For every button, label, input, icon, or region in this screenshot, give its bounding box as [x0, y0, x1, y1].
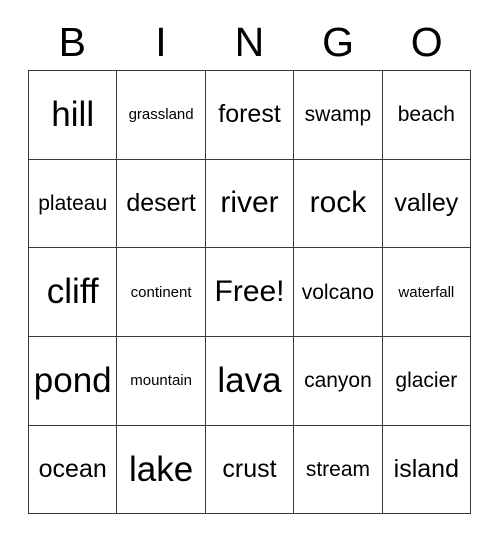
bingo-cell[interactable]: valley — [382, 159, 472, 249]
bingo-cell[interactable]: crust — [205, 425, 295, 515]
bingo-cell[interactable]: stream — [294, 425, 383, 515]
bingo-cell[interactable]: waterfall — [382, 248, 472, 338]
bingo-grid: hill grassland forest swamp beach platea… — [28, 70, 472, 515]
bingo-cell-label: plateau — [38, 191, 108, 215]
bingo-free-cell[interactable]: Free! — [205, 248, 295, 338]
bingo-cell[interactable]: continent — [117, 248, 206, 338]
bingo-cell[interactable]: plateau — [29, 159, 118, 249]
bingo-cell[interactable]: hill — [29, 71, 118, 160]
bingo-cell[interactable]: desert — [117, 159, 206, 249]
bingo-row: pond mountain lava canyon glacier — [29, 337, 472, 426]
bingo-row: ocean lake crust stream island — [29, 425, 472, 515]
bingo-cell-label: volcano — [301, 280, 375, 304]
bingo-cell-label: lake — [129, 449, 194, 489]
bingo-header-row: B I N G O — [28, 14, 471, 70]
bingo-cell[interactable]: glacier — [382, 337, 472, 426]
bingo-cell[interactable]: lake — [117, 425, 206, 515]
bingo-row: plateau desert river rock valley — [29, 159, 472, 249]
bingo-cell-label: island — [393, 454, 459, 483]
bingo-row: hill grassland forest swamp beach — [29, 71, 472, 160]
bingo-cell-label: crust — [222, 454, 277, 483]
bingo-cell[interactable]: mountain — [117, 337, 206, 426]
bingo-cell[interactable]: lava — [205, 337, 295, 426]
bingo-cell[interactable]: rock — [294, 159, 383, 249]
bingo-cell[interactable]: forest — [205, 71, 295, 160]
bingo-cell[interactable]: ocean — [29, 425, 118, 515]
bingo-cell[interactable]: cliff — [29, 248, 118, 338]
bingo-cell[interactable]: canyon — [294, 337, 383, 426]
bingo-cell-label: desert — [126, 188, 196, 217]
bingo-free-label: Free! — [214, 274, 285, 308]
bingo-cell-label: rock — [309, 186, 367, 220]
bingo-header-letter-b: B — [58, 18, 86, 65]
bingo-header-letter-o: O — [410, 18, 443, 65]
bingo-cell-label: swamp — [304, 103, 372, 127]
bingo-header-letter-n: N — [234, 18, 265, 65]
bingo-cell[interactable]: pond — [29, 337, 118, 426]
bingo-cell-label: mountain — [130, 372, 192, 390]
bingo-cell-label: ocean — [38, 454, 107, 483]
bingo-cell-label: grassland — [128, 106, 194, 124]
bingo-cell[interactable]: swamp — [294, 71, 383, 160]
bingo-cell-label: river — [220, 186, 279, 220]
bingo-header-letter-i: I — [155, 18, 167, 65]
bingo-cell-label: stream — [305, 457, 371, 481]
bingo-cell[interactable]: river — [205, 159, 295, 249]
bingo-card: B I N G O hill grassland forest swamp be… — [28, 14, 472, 515]
bingo-header-letter-g: G — [322, 18, 355, 65]
bingo-cell-label: hill — [51, 95, 95, 134]
bingo-cell-label: waterfall — [398, 283, 455, 301]
bingo-cell-label: valley — [394, 188, 459, 217]
bingo-cell[interactable]: island — [382, 425, 472, 515]
bingo-cell-label: glacier — [395, 369, 458, 393]
bingo-cell-label: beach — [397, 103, 455, 127]
bingo-cell-label: pond — [33, 361, 112, 401]
bingo-cell-label: canyon — [304, 369, 372, 393]
bingo-cell[interactable]: grassland — [117, 71, 206, 160]
bingo-cell-label: forest — [218, 100, 281, 129]
bingo-cell[interactable]: beach — [382, 71, 472, 160]
bingo-row: cliff continent Free! volcano waterfall — [29, 248, 472, 338]
bingo-cell-label: continent — [130, 283, 192, 301]
bingo-cell[interactable]: volcano — [294, 248, 383, 338]
bingo-cell-label: cliff — [46, 272, 99, 312]
bingo-cell-label: lava — [217, 361, 282, 401]
